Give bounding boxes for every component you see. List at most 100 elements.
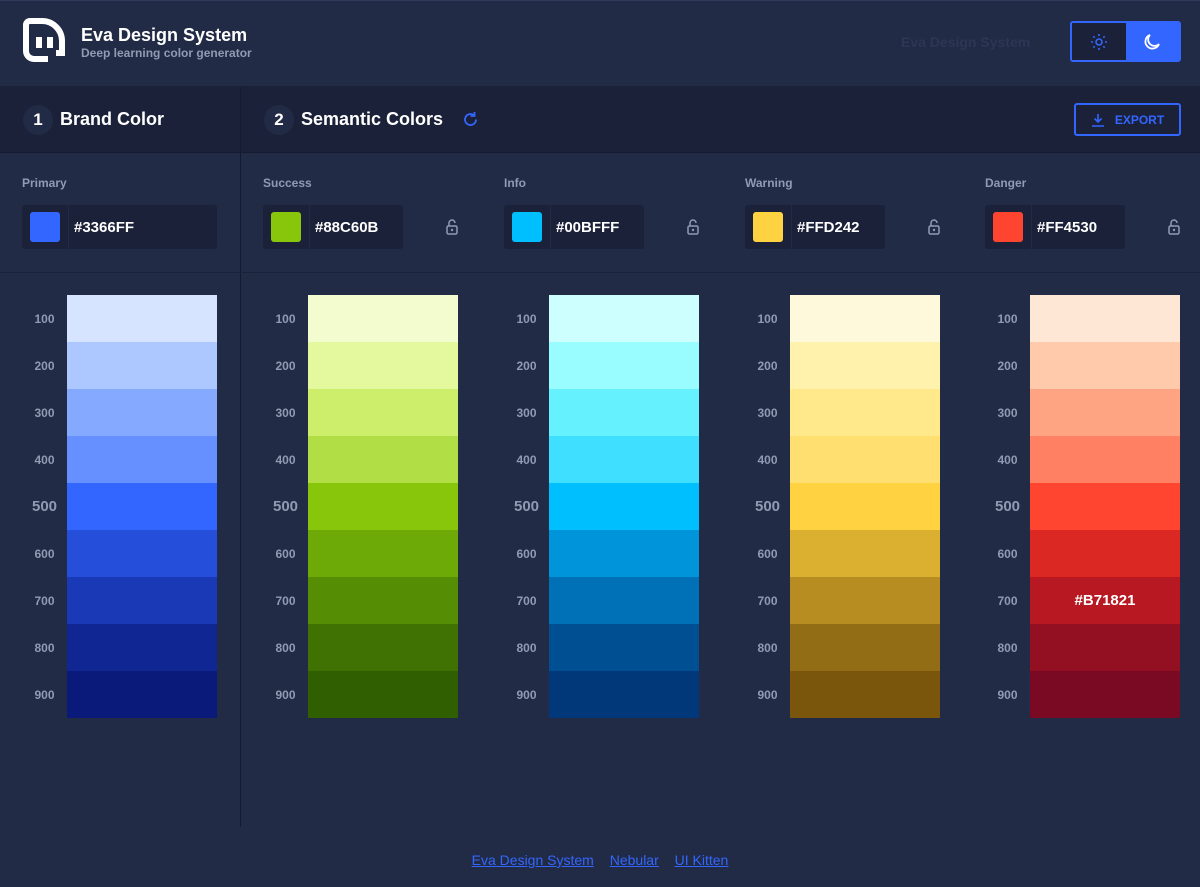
shade-row: 300 (985, 389, 1180, 436)
shade-swatch[interactable] (308, 436, 458, 483)
shade-level: 900 (263, 688, 308, 702)
shade-swatch[interactable] (1030, 295, 1180, 342)
primary-color-input[interactable]: #3366FF (22, 205, 217, 249)
danger-color-input[interactable]: #FF4530 (985, 205, 1125, 249)
shade-level: 300 (745, 406, 790, 420)
shade-swatch[interactable] (1030, 389, 1180, 436)
shade-swatch[interactable] (790, 389, 940, 436)
shade-row: 800 (985, 624, 1180, 671)
shade-swatch[interactable] (549, 624, 699, 671)
dark-theme-button[interactable] (1126, 23, 1180, 60)
ui-kitten-link[interactable]: UI Kitten (675, 852, 729, 868)
shade-swatch[interactable] (549, 436, 699, 483)
shade-level: 700 (263, 594, 308, 608)
shade-swatch[interactable] (67, 483, 217, 530)
shade-swatch[interactable] (67, 671, 217, 718)
shade-swatch[interactable] (549, 389, 699, 436)
shade-swatch[interactable] (1030, 483, 1180, 530)
shade-swatch[interactable] (67, 530, 217, 577)
shade-swatch[interactable] (67, 436, 217, 483)
sun-icon (1091, 34, 1107, 50)
shade-row: 600 (985, 530, 1180, 577)
shade-level: 800 (985, 641, 1030, 655)
shade-swatch[interactable] (308, 624, 458, 671)
nebular-link[interactable]: Nebular (610, 852, 659, 868)
unlock-icon[interactable] (445, 219, 459, 235)
shade-swatch[interactable] (308, 295, 458, 342)
shade-list: 100200300400500600700#B71821800900 (985, 295, 1180, 718)
shade-swatch[interactable] (308, 530, 458, 577)
shade-level: 600 (985, 547, 1030, 561)
shade-swatch[interactable] (67, 342, 217, 389)
color-swatch[interactable] (271, 212, 301, 242)
color-swatch[interactable] (30, 212, 60, 242)
color-label: Danger (985, 176, 1026, 190)
unlock-icon[interactable] (1167, 219, 1181, 235)
shade-swatch[interactable] (549, 577, 699, 624)
shade-swatch[interactable] (790, 671, 940, 718)
shade-swatch[interactable] (1030, 671, 1180, 718)
eva-logo-icon (22, 17, 70, 63)
shade-swatch[interactable] (67, 624, 217, 671)
shade-swatch[interactable] (308, 483, 458, 530)
hex-value[interactable]: #3366FF (68, 205, 217, 249)
shade-swatch[interactable] (308, 389, 458, 436)
color-swatch[interactable] (753, 212, 783, 242)
shade-row: 200 (985, 342, 1180, 389)
shade-list: 100200300400500600700800900 (504, 295, 699, 718)
shade-swatch[interactable] (790, 342, 940, 389)
warning-color-input[interactable]: #FFD242 (745, 205, 885, 249)
shade-row: 100 (22, 295, 217, 342)
shade-row: 900 (504, 671, 699, 718)
steps-bar: 1 Brand Color 2 Semantic Colors EXPORT (0, 87, 1200, 153)
eva-design-system-link[interactable]: Eva Design System (472, 852, 594, 868)
hex-value[interactable]: #FF4530 (1031, 205, 1125, 249)
shade-swatch[interactable] (1030, 624, 1180, 671)
shade-row: 100 (745, 295, 940, 342)
shade-swatch[interactable] (1030, 342, 1180, 389)
shade-swatch[interactable] (308, 671, 458, 718)
refresh-icon[interactable] (462, 111, 479, 128)
hex-value[interactable]: #00BFFF (550, 205, 644, 249)
shade-row: 300 (22, 389, 217, 436)
shade-swatch[interactable] (549, 483, 699, 530)
shade-swatch[interactable] (1030, 530, 1180, 577)
shade-level: 800 (22, 641, 67, 655)
shade-swatch[interactable] (549, 671, 699, 718)
shade-swatch[interactable] (308, 577, 458, 624)
shade-swatch[interactable] (790, 295, 940, 342)
color-swatch[interactable] (512, 212, 542, 242)
hex-value[interactable]: #FFD242 (791, 205, 885, 249)
shade-swatch[interactable] (67, 389, 217, 436)
theme-toggle[interactable] (1070, 21, 1181, 62)
shade-swatch[interactable]: #B71821 (1030, 577, 1180, 624)
export-button[interactable]: EXPORT (1074, 103, 1181, 136)
shade-swatch[interactable] (308, 342, 458, 389)
shade-swatch[interactable] (549, 342, 699, 389)
shade-level: 400 (745, 453, 790, 467)
shade-swatch[interactable] (790, 577, 940, 624)
shade-row: 500 (22, 483, 217, 530)
step-number: 2 (264, 105, 294, 135)
shade-swatch[interactable] (790, 624, 940, 671)
shade-swatch[interactable] (549, 530, 699, 577)
shade-row: 500 (504, 483, 699, 530)
success-color-input[interactable]: #88C60B (263, 205, 403, 249)
color-swatch[interactable] (993, 212, 1023, 242)
shade-swatch[interactable] (790, 483, 940, 530)
shade-swatch[interactable] (1030, 436, 1180, 483)
shade-row: 700 (263, 577, 458, 624)
hex-value[interactable]: #88C60B (309, 205, 403, 249)
unlock-icon[interactable] (927, 219, 941, 235)
light-theme-button[interactable] (1072, 23, 1126, 60)
shade-hex: #B71821 (1075, 592, 1136, 609)
unlock-icon[interactable] (686, 219, 700, 235)
shade-row: 800 (745, 624, 940, 671)
shade-swatch[interactable] (790, 530, 940, 577)
shade-row: 900 (263, 671, 458, 718)
shade-swatch[interactable] (67, 295, 217, 342)
shade-swatch[interactable] (790, 436, 940, 483)
info-color-input[interactable]: #00BFFF (504, 205, 644, 249)
shade-swatch[interactable] (549, 295, 699, 342)
shade-swatch[interactable] (67, 577, 217, 624)
